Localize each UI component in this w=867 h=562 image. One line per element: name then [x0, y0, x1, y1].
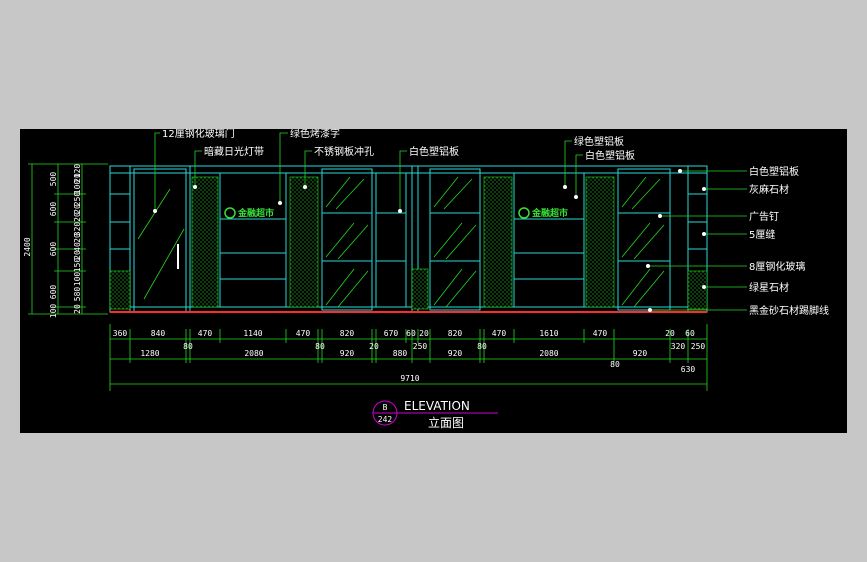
dim-r1-11: 1610 — [539, 329, 558, 338]
left-dimension-lines — [28, 163, 108, 315]
title-elevation: ELEVATION — [404, 399, 470, 413]
dim-r2-6: 880 — [393, 349, 408, 358]
dim-r2b-0: 80 — [610, 360, 620, 369]
dim-inner-12: 580 — [73, 287, 82, 302]
dim-r2-8: 920 — [448, 349, 463, 358]
dim-r1-8: 20 — [419, 329, 429, 338]
dim-r1-9: 820 — [448, 329, 463, 338]
title-chinese: 立面图 — [428, 415, 464, 430]
dim-inner-7: 20 — [73, 233, 82, 243]
label-hidden-light: 暗藏日光灯带 — [204, 145, 264, 158]
dim-inner-5: 20 — [73, 212, 82, 222]
bubble-sheet: 242 — [378, 415, 393, 424]
dim-left-2: 600 — [49, 242, 58, 257]
label-ad-nail: 广告钉 — [749, 210, 779, 223]
dim-r2-2: 2080 — [244, 349, 263, 358]
dim-left-0: 500 — [49, 172, 58, 187]
bubble-letter: B — [383, 403, 388, 412]
label-glass-door: 12厘钢化玻璃门 — [162, 129, 235, 140]
label-green-panel: 绿色塑铝板 — [574, 135, 624, 148]
label-perforated-steel: 不锈钢板冲孔 — [314, 145, 374, 158]
dim-r1-4: 470 — [296, 329, 311, 338]
logo-text-right: 金融超市 — [531, 207, 568, 219]
dim-r2-0: 1280 — [140, 349, 159, 358]
dim-r3-0: 630 — [681, 365, 696, 374]
dim-left-1: 600 — [49, 202, 58, 217]
dim-r2-9: 80 — [477, 342, 487, 351]
label-green-stone: 绿星石材 — [749, 281, 789, 294]
dim-r2-4: 920 — [340, 349, 355, 358]
dims-row-2: 1280 80 2080 80 920 20 880 250 920 80 20… — [140, 342, 705, 374]
dim-r2-11: 920 — [633, 349, 648, 358]
label-skirting: 黑金砂石材踢脚线 — [749, 304, 829, 317]
dim-r1-10: 470 — [492, 329, 507, 338]
left-inner-dims: 120 20 100 250 20 20 320 20 40 20 150 10… — [73, 164, 82, 314]
dim-r2-7: 250 — [413, 342, 428, 351]
dim-inner-13: 20 — [73, 304, 82, 314]
dim-inner-11: 100 — [73, 272, 82, 287]
dims-row-1: 360 840 470 1140 470 820 670 60 20 820 4… — [113, 329, 695, 338]
dim-r1-7: 60 — [406, 329, 416, 338]
label-green-paint-text: 绿色烤漆字 — [290, 129, 340, 140]
dim-inner-10: 150 — [73, 258, 82, 273]
dim-r2-13: 250 — [691, 342, 706, 351]
dim-r2-10: 2080 — [539, 349, 558, 358]
dim-r1-3: 1140 — [243, 329, 262, 338]
elevation-drawing: 金融超市 金融超市 12厘钢化玻璃门 绿色烤漆字 暗藏日光灯带 不锈钢板冲孔 白… — [23, 129, 829, 430]
dim-inner-3: 250 — [73, 192, 82, 207]
label-white-panel-top2: 白色塑铝板 — [585, 149, 635, 162]
dim-r2-1: 80 — [183, 342, 193, 351]
dim-r2-5: 20 — [369, 342, 379, 351]
dim-r1-13: 20 — [665, 329, 675, 338]
dim-r1-5: 820 — [340, 329, 355, 338]
dim-r1-14: 60 — [685, 329, 695, 338]
logo-text-left: 金融超市 — [237, 207, 274, 219]
cad-drawing-canvas: 金融超市 金融超市 12厘钢化玻璃门 绿色烤漆字 暗藏日光灯带 不锈钢板冲孔 白… — [20, 129, 847, 433]
label-8mm-glass: 8厘钢化玻璃 — [749, 260, 805, 273]
dim-r1-0: 360 — [113, 329, 128, 338]
dim-overall: 9710 — [400, 374, 419, 383]
title-block: B 242 ELEVATION 立面图 — [372, 399, 498, 430]
dim-r1-1: 840 — [151, 329, 166, 338]
green-stone-fill — [109, 176, 708, 310]
label-white-panel-right: 白色塑铝板 — [749, 165, 799, 178]
dim-r1-2: 470 — [198, 329, 213, 338]
dim-left-4: 100 — [49, 304, 58, 319]
dim-left-3: 600 — [49, 285, 58, 300]
dim-r2-12: 320 — [671, 342, 686, 351]
logo-left: 金融超市 — [224, 207, 274, 219]
label-white-panel-top: 白色塑铝板 — [409, 145, 459, 158]
label-5mm-gap: 5厘缝 — [749, 228, 775, 241]
label-grey-stone: 灰麻石材 — [749, 183, 789, 196]
dim-left-total: 2400 — [23, 237, 32, 256]
dim-r1-6: 670 — [384, 329, 399, 338]
dim-r1-12: 470 — [593, 329, 608, 338]
dim-r2-3: 80 — [315, 342, 325, 351]
logo-right: 金融超市 — [518, 207, 568, 219]
